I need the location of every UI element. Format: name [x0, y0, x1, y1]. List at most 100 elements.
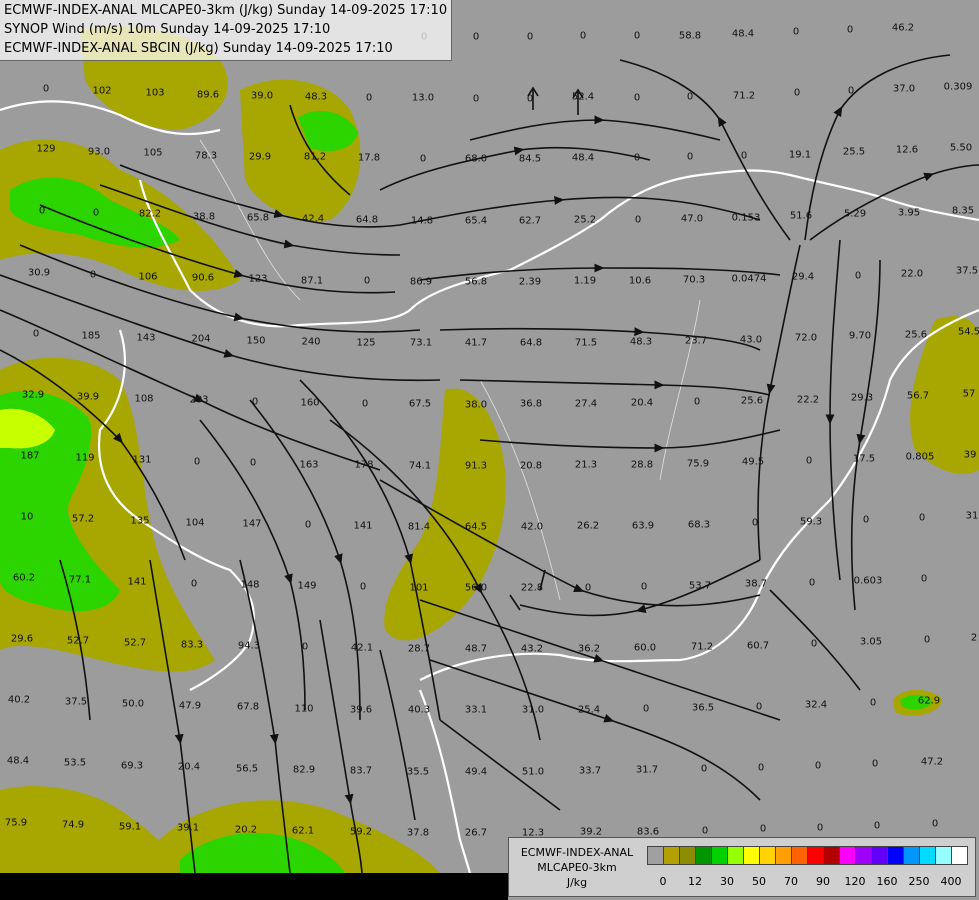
- legend-swatch: [743, 846, 760, 865]
- cin-value: 2: [970, 632, 978, 644]
- cin-value: 22.0: [900, 268, 924, 280]
- cin-value: 0.153: [731, 212, 761, 224]
- cin-value: 93.0: [87, 146, 111, 158]
- cin-value: 0: [359, 581, 367, 593]
- cin-value: 90.6: [191, 272, 215, 284]
- legend-swatch: [935, 846, 952, 865]
- cin-value: 48.7: [464, 643, 488, 655]
- cin-value: 0: [92, 207, 100, 219]
- cin-value: 53.5: [63, 757, 87, 769]
- cin-value: 46.2: [891, 22, 915, 34]
- cin-value: 0: [38, 205, 46, 217]
- cin-value: 59.1: [118, 821, 142, 833]
- cin-value: 47.0: [680, 213, 704, 225]
- legend-swatch: [663, 846, 680, 865]
- cin-value: 103: [145, 87, 165, 99]
- cin-value: 60.7: [746, 640, 770, 652]
- cin-value: 0: [634, 214, 642, 226]
- cin-value: 78.3: [194, 150, 218, 162]
- cin-value: 71.2: [690, 641, 714, 653]
- cin-value: 0: [846, 24, 854, 36]
- legend-swatch: [855, 846, 872, 865]
- cin-value: 185: [81, 330, 101, 342]
- cin-value: 29.4: [791, 271, 815, 283]
- cin-value: 81.2: [303, 151, 327, 163]
- cin-value: 17.5: [852, 453, 876, 465]
- cin-value: 0: [579, 30, 587, 42]
- legend-tick: 400: [940, 875, 962, 888]
- cin-value: 0: [249, 457, 257, 469]
- cin-value: 10.6: [628, 275, 652, 287]
- cin-value: 33.1: [464, 704, 488, 716]
- cin-value: 86.9: [409, 276, 433, 288]
- cin-value: 21.3: [574, 459, 598, 471]
- cin-value: 48.4: [6, 755, 30, 767]
- cin-value: 0: [526, 31, 534, 43]
- cin-value: 0: [633, 92, 641, 104]
- cin-value: 48.4: [731, 28, 755, 40]
- cin-value: 36.2: [577, 643, 601, 655]
- cin-value: 56.0: [464, 582, 488, 594]
- cin-value: 54.5: [957, 326, 979, 338]
- cin-value: 20.8: [519, 460, 543, 472]
- cin-value: 42.0: [520, 521, 544, 533]
- color-legend: ECMWF-INDEX-ANAL MLCAPE0-3km J/kg 0 12 30 5…: [508, 837, 976, 897]
- cin-value: 0: [931, 818, 939, 830]
- legend-title-param: MLCAPE0-3km: [537, 861, 617, 874]
- cin-value: 75.9: [686, 458, 710, 470]
- cin-value: 74.9: [61, 819, 85, 831]
- cin-value: 25.6: [904, 329, 928, 341]
- cin-value: 104: [185, 517, 205, 529]
- legend-swatch: [711, 846, 728, 865]
- legend-unit: J/kg: [566, 876, 588, 889]
- cin-value: 38.0: [464, 399, 488, 411]
- cin-value: 83.6: [636, 826, 660, 838]
- cin-value: 8.35: [951, 205, 975, 217]
- cin-value: 0: [740, 150, 748, 162]
- cin-value: 0: [693, 396, 701, 408]
- map-canvas: [0, 26, 979, 874]
- legend-tick: 30: [720, 875, 734, 888]
- cin-value: 62.7: [518, 215, 542, 227]
- cin-value: 141: [127, 576, 147, 588]
- cin-value: 106: [138, 271, 158, 283]
- cin-value: 36.8: [519, 398, 543, 410]
- cin-value: 59.3: [799, 516, 823, 528]
- cin-value: 0: [686, 91, 694, 103]
- cin-value: 10: [20, 511, 34, 523]
- cin-value: 32.4: [804, 699, 828, 711]
- cin-value: 73.1: [409, 337, 433, 349]
- cin-value: 83.3: [180, 639, 204, 651]
- cin-value: 20.2: [234, 824, 258, 836]
- cin-value: 0: [472, 93, 480, 105]
- legend-swatch: [919, 846, 936, 865]
- cin-value: 0: [361, 398, 369, 410]
- cin-value: 0: [193, 456, 201, 468]
- cin-value: 38.8: [192, 211, 216, 223]
- cin-value: 52.4: [571, 91, 595, 103]
- cin-value: 0: [304, 519, 312, 531]
- cin-value: 25.2: [573, 214, 597, 226]
- cin-value: 119: [75, 452, 95, 464]
- cin-value: 82.9: [292, 764, 316, 776]
- cin-value: 0: [633, 152, 641, 164]
- cin-value: 70.3: [682, 274, 706, 286]
- cin-value: 0: [810, 638, 818, 650]
- cin-value: 26.2: [576, 520, 600, 532]
- cin-value: 0: [923, 634, 931, 646]
- cin-value: 52.7: [123, 637, 147, 649]
- cin-value: 3.95: [897, 207, 921, 219]
- cin-value: 0: [251, 396, 259, 408]
- cin-value: 67.8: [236, 701, 260, 713]
- cin-value: 3.05: [859, 636, 883, 648]
- cin-value: 64.8: [355, 214, 379, 226]
- cin-value: 5.50: [949, 142, 973, 154]
- cin-value: 0: [365, 92, 373, 104]
- legend-tick: 50: [752, 875, 766, 888]
- cin-value: 31.0: [521, 704, 545, 716]
- cin-value: 0.805: [905, 451, 935, 463]
- cin-value: 141: [353, 520, 373, 532]
- cin-value: 38.7: [744, 578, 768, 590]
- cin-value: 56.8: [464, 276, 488, 288]
- cin-value: 31.7: [635, 764, 659, 776]
